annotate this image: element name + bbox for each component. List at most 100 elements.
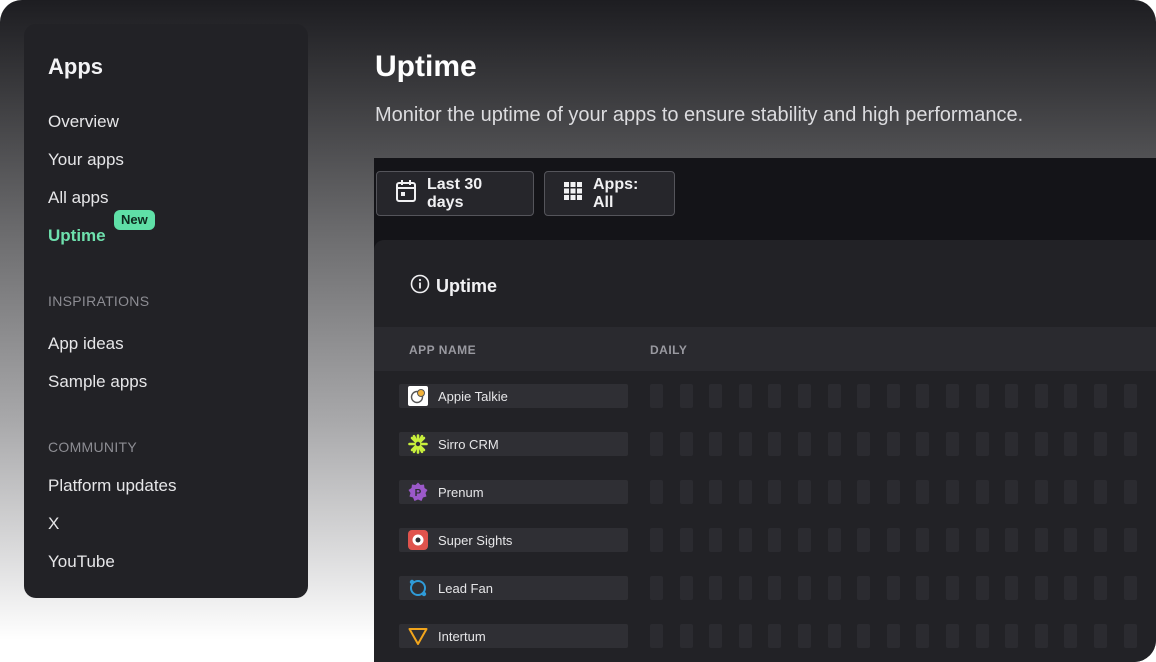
- new-badge: New: [114, 210, 155, 230]
- daily-uptime-cell: [946, 480, 959, 504]
- daily-uptime-cell: [946, 576, 959, 600]
- daily-uptime-cell: [650, 384, 663, 408]
- section-title-inspirations: INSPIRATIONS: [48, 293, 150, 309]
- daily-uptime-cell: [1005, 384, 1019, 408]
- daily-uptime-cell: [1005, 528, 1019, 552]
- daily-uptime-cell: [1094, 528, 1107, 552]
- daily-uptime-cell: [916, 576, 930, 600]
- daily-uptime-cell: [886, 432, 900, 456]
- daily-uptime-cell: [798, 432, 811, 456]
- daily-uptime-cell: [886, 624, 900, 648]
- daily-uptime-cell: [1034, 576, 1048, 600]
- daily-uptime-cell: [975, 480, 989, 504]
- daily-uptime-cell: [798, 384, 811, 408]
- svg-text:P: P: [415, 488, 422, 499]
- daily-uptime-cell: [1094, 480, 1107, 504]
- sidebar-item-uptime[interactable]: Uptime: [48, 226, 106, 246]
- daily-uptime-cell: [975, 432, 989, 456]
- app-window: Apps Overview Your apps All apps Uptime …: [0, 0, 1156, 662]
- daily-uptime-cell: [738, 528, 752, 552]
- app-name-cell: Intertum: [399, 624, 628, 648]
- daily-uptime-cell: [1123, 576, 1137, 600]
- date-range-button[interactable]: Last 30 days: [376, 171, 534, 216]
- daily-uptime-cell: [1005, 432, 1019, 456]
- table-row[interactable]: Lead Fan: [374, 563, 1156, 611]
- daily-uptime-cell: [886, 528, 900, 552]
- daily-uptime-cell: [916, 480, 930, 504]
- app-name: Prenum: [438, 484, 484, 500]
- daily-uptime-cell: [709, 384, 723, 408]
- daily-uptime-cell: [1064, 432, 1078, 456]
- daily-uptime-cell: [709, 576, 723, 600]
- daily-uptime-cell: [916, 384, 930, 408]
- app-name-cell: P Prenum: [399, 480, 628, 504]
- sidebar-item-platform-updates[interactable]: Platform updates: [48, 476, 177, 496]
- daily-uptime-cell: [916, 528, 930, 552]
- daily-uptime-cell: [1123, 480, 1137, 504]
- uptime-card: Uptime APP NAME DAILY Appie Talkie Sirro…: [374, 240, 1156, 662]
- daily-uptime-cell: [709, 432, 723, 456]
- daily-uptime-cell: [709, 528, 723, 552]
- daily-uptime-cell: [738, 624, 752, 648]
- daily-uptime-cell: [1094, 576, 1107, 600]
- daily-uptime-cell: [1005, 480, 1019, 504]
- page-title: Uptime: [375, 50, 477, 83]
- sidebar-item-all-apps[interactable]: All apps: [48, 188, 108, 208]
- table-header: APP NAME DAILY: [374, 327, 1156, 371]
- daily-uptime-cell: [946, 624, 959, 648]
- daily-uptime-cell: [827, 576, 841, 600]
- daily-uptime-cell: [1034, 624, 1048, 648]
- page-subtitle: Monitor the uptime of your apps to ensur…: [375, 104, 1024, 126]
- sidebar-item-overview[interactable]: Overview: [48, 112, 119, 132]
- app-name-cell: Super Sights: [399, 528, 628, 552]
- daily-uptime-cell: [827, 384, 841, 408]
- intertum-logo-icon: [408, 626, 428, 646]
- daily-uptime-cell: [1123, 432, 1137, 456]
- daily-uptime-cell: [975, 576, 989, 600]
- sidebar-item-sample-apps[interactable]: Sample apps: [48, 372, 147, 392]
- daily-uptime-cell: [1094, 432, 1107, 456]
- sidebar-item-app-ideas[interactable]: App ideas: [48, 334, 124, 354]
- daily-uptime-cell: [709, 624, 723, 648]
- daily-uptime-cell: [886, 480, 900, 504]
- app-name-cell: Sirro CRM: [399, 432, 628, 456]
- daily-uptime-cell: [738, 480, 752, 504]
- apps-filter-button[interactable]: Apps: All: [544, 171, 675, 216]
- daily-uptime-cell: [709, 480, 723, 504]
- table-row[interactable]: Appie Talkie: [374, 371, 1156, 419]
- daily-uptime-cell: [768, 624, 782, 648]
- daily-uptime-cell: [946, 384, 959, 408]
- daily-uptime-cell: [1094, 624, 1107, 648]
- daily-uptime-cell: [857, 528, 871, 552]
- daily-uptime-cell: [886, 576, 900, 600]
- daily-uptime-cell: [916, 432, 930, 456]
- table-row[interactable]: Intertum: [374, 611, 1156, 659]
- app-name-cell: Appie Talkie: [399, 384, 628, 408]
- daily-uptime-cell: [857, 432, 871, 456]
- daily-uptime-cell: [768, 576, 782, 600]
- daily-uptime-cell: [827, 480, 841, 504]
- column-header-daily: DAILY: [650, 343, 688, 357]
- sidebar-item-x[interactable]: X: [48, 514, 59, 534]
- table-row[interactable]: P Prenum: [374, 467, 1156, 515]
- daily-uptime-cell: [946, 432, 959, 456]
- daily-uptime-cell: [798, 576, 811, 600]
- daily-uptime-cell: [827, 624, 841, 648]
- table-row[interactable]: Super Sights: [374, 515, 1156, 563]
- daily-uptime-cell: [650, 528, 663, 552]
- sidebar-item-your-apps[interactable]: Your apps: [48, 150, 124, 170]
- card-title: Uptime: [410, 274, 497, 299]
- daily-uptime-cell: [975, 384, 989, 408]
- grid-icon: [563, 181, 583, 206]
- daily-uptime-cell: [857, 384, 871, 408]
- uptime-panel: Last 30 days Apps: All Uptime APP NAME D…: [374, 158, 1156, 662]
- sidebar-item-youtube[interactable]: YouTube: [48, 552, 115, 572]
- table-row[interactable]: Sirro CRM: [374, 419, 1156, 467]
- daily-uptime-cell: [1064, 624, 1078, 648]
- daily-uptime-cell: [946, 528, 959, 552]
- daily-uptime-cell: [1123, 384, 1137, 408]
- date-range-label: Last 30 days: [427, 175, 483, 211]
- daily-uptime-cell: [975, 528, 989, 552]
- app-name: Sirro CRM: [438, 436, 499, 452]
- daily-uptime-cell: [1005, 624, 1019, 648]
